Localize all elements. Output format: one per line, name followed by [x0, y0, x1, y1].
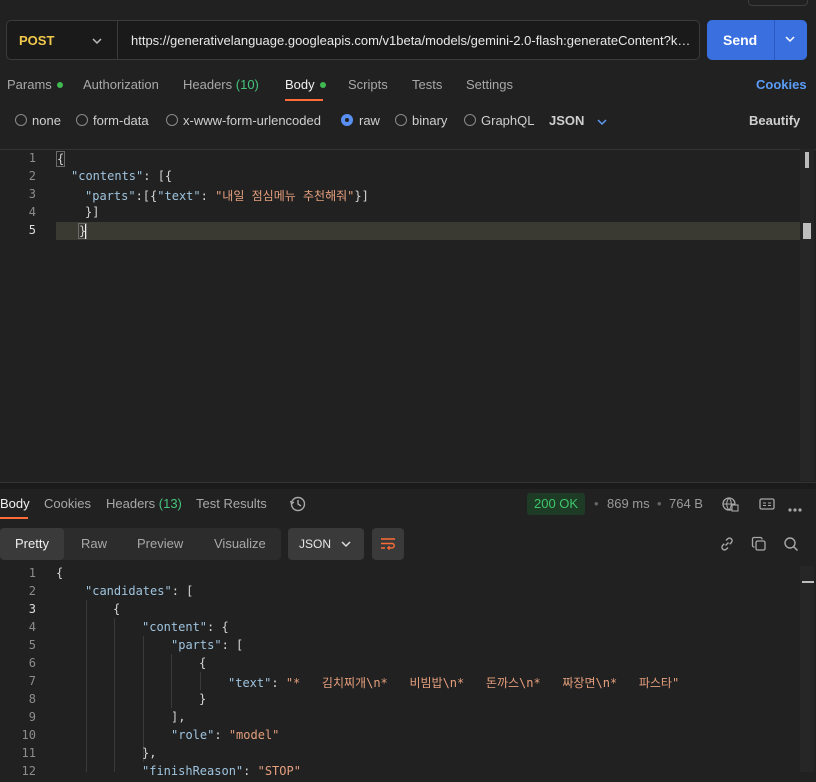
tab-settings[interactable]: Settings: [466, 77, 513, 92]
active-tab-indicator: [0, 517, 28, 519]
radio-none-label: none: [32, 113, 61, 128]
pane-resize-handle[interactable]: [0, 482, 816, 489]
radio-form-data[interactable]: [76, 114, 88, 126]
active-tab-indicator: [285, 99, 323, 101]
radio-none[interactable]: [15, 114, 27, 126]
chevron-down-icon: [341, 541, 351, 548]
view-tab-preview[interactable]: Preview: [137, 536, 183, 551]
method-select[interactable]: POST: [19, 33, 54, 48]
code-line: 4 }]: [28, 205, 100, 219]
chevron-down-icon: [597, 119, 607, 125]
code-line: 10 "role": "model": [21, 728, 280, 742]
copy-icon[interactable]: [751, 536, 767, 555]
tab-authorization[interactable]: Authorization: [83, 77, 159, 92]
response-tab-body[interactable]: Body: [0, 496, 30, 511]
code-line: 4 "content": {: [28, 620, 229, 634]
link-icon[interactable]: [719, 536, 735, 555]
code-line: 6{: [28, 656, 207, 670]
url-input[interactable]: https://generativelanguage.googleapis.co…: [131, 33, 693, 48]
request-url-bar: POST https://generativelanguage.googleap…: [6, 20, 700, 60]
view-tab-raw[interactable]: Raw: [81, 536, 107, 551]
code-line: 8}: [28, 692, 207, 706]
view-tab-visualize[interactable]: Visualize: [214, 536, 266, 551]
divider: [117, 21, 118, 59]
history-icon[interactable]: [289, 495, 307, 516]
code-line: 9],: [28, 710, 186, 724]
code-line: 1{: [28, 566, 64, 580]
status-badge[interactable]: 200 OK: [527, 493, 586, 515]
chevron-down-icon[interactable]: [91, 35, 103, 50]
code-line: 1 {: [28, 151, 66, 167]
tab-scripts[interactable]: Scripts: [348, 77, 388, 92]
chevron-down-icon[interactable]: [784, 33, 796, 48]
divider: [774, 20, 775, 60]
radio-raw[interactable]: [341, 114, 353, 126]
wrap-lines-icon: [381, 538, 395, 551]
radio-binary[interactable]: [395, 114, 407, 126]
radio-form-data-label: form-data: [93, 113, 149, 128]
code-line: 12 "finishReason": "STOP": [21, 764, 301, 778]
beautify-button[interactable]: Beautify: [749, 113, 800, 128]
radio-binary-label: binary: [412, 113, 448, 128]
example-icon[interactable]: [759, 497, 775, 514]
radio-urlencoded-label: x-www-form-urlencoded: [183, 113, 321, 128]
code-line: 5 "parts": [: [28, 638, 244, 652]
response-tab-test-results[interactable]: Test Results: [196, 496, 267, 511]
tab-body[interactable]: Body: [285, 77, 326, 92]
more-horizontal-icon[interactable]: [787, 501, 803, 516]
response-tab-cookies[interactable]: Cookies: [44, 496, 91, 511]
code-line: 3{: [28, 602, 121, 616]
response-size[interactable]: 764 B: [669, 496, 703, 511]
code-line: 7 "text": "* 김치찌개\n* 비빔밥\n* 돈까스\n* 짜장면\n*…: [28, 674, 680, 690]
text-cursor: [85, 224, 86, 239]
radio-urlencoded[interactable]: [166, 114, 178, 126]
wrap-lines-button[interactable]: [372, 528, 404, 560]
code-line: 2 "candidates": [: [28, 584, 194, 598]
code-line: 3 "parts":[{"text": "내일 점심메뉴 추천해줘"}]: [28, 187, 369, 203]
send-label: Send: [723, 32, 758, 48]
radio-raw-label: raw: [359, 113, 380, 128]
search-icon[interactable]: [783, 536, 799, 555]
code-line: 11},: [21, 746, 157, 760]
top-right-button[interactable]: [748, 0, 808, 6]
globe-save-icon[interactable]: [721, 496, 739, 515]
tab-tests[interactable]: Tests: [412, 77, 442, 92]
active-dot: [56, 81, 63, 88]
view-tab-pretty[interactable]: Pretty: [15, 536, 49, 551]
tab-headers[interactable]: Headers (10): [183, 77, 259, 92]
cookies-link[interactable]: Cookies: [756, 77, 807, 92]
response-tab-headers[interactable]: Headers (13): [106, 496, 182, 511]
send-button[interactable]: Send: [707, 20, 807, 60]
radio-graphql-label: GraphQL: [481, 113, 535, 128]
response-format-select[interactable]: JSON: [288, 528, 364, 560]
code-line: 2 "contents": [{: [28, 169, 173, 183]
tab-params[interactable]: Params: [7, 77, 63, 92]
radio-graphql[interactable]: [464, 114, 476, 126]
format-select[interactable]: JSON: [549, 113, 608, 128]
active-dot: [319, 81, 326, 88]
response-time[interactable]: 869 ms: [607, 496, 650, 511]
code-line: 5 }: [28, 223, 88, 239]
